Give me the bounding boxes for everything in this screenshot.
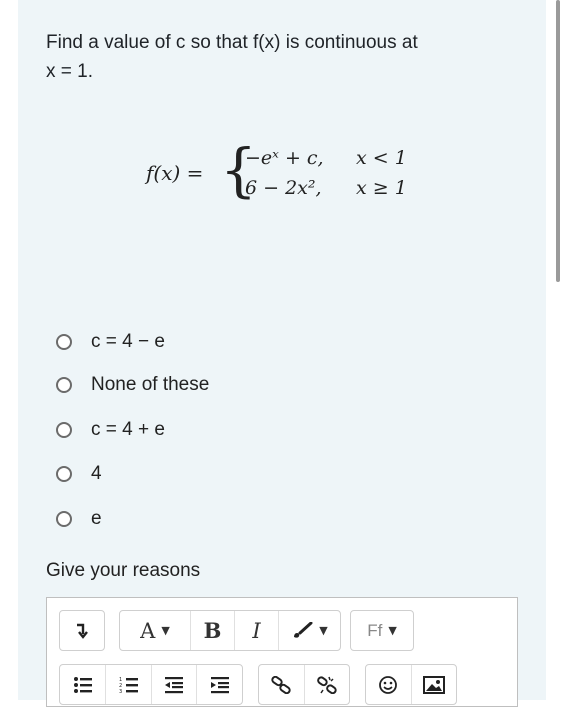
caret-down-icon: ▼ <box>388 624 397 637</box>
rich-text-editor[interactable]: A ▼ B I ▼ Ff ▼ 1 2 3 <box>46 597 518 707</box>
toolbar-group-text: A ▼ B I ▼ <box>119 610 341 651</box>
insert-emoji-button[interactable] <box>366 665 411 704</box>
radio-button[interactable] <box>56 422 72 438</box>
caret-down-icon: ▼ <box>161 624 170 637</box>
bold-button[interactable]: B <box>190 611 234 650</box>
unlink-icon <box>317 675 337 694</box>
toolbar-group-font: Ff ▼ <box>350 610 414 651</box>
question-line-1: Find a value of c so that f(x) is contin… <box>46 32 418 53</box>
indent-icon <box>210 676 229 693</box>
case1-condition: x < 1 <box>356 147 407 169</box>
radio-button[interactable] <box>56 377 72 393</box>
reasons-label: Give your reasons <box>46 560 201 581</box>
arrow-down-icon <box>77 623 88 639</box>
remove-link-button[interactable] <box>303 665 349 704</box>
option-label: e <box>91 508 102 529</box>
bold-label: B <box>203 618 222 643</box>
paintbrush-icon <box>294 621 313 638</box>
option-label: 4 <box>91 463 102 484</box>
bullet-list-button[interactable] <box>60 665 105 704</box>
numbered-list-button[interactable]: 1 2 3 <box>105 665 151 704</box>
expand-toolbar-button[interactable] <box>60 611 104 650</box>
option-label: None of these <box>91 374 210 395</box>
insert-link-button[interactable] <box>259 665 304 704</box>
format-label: A <box>140 618 156 643</box>
smiley-icon <box>379 675 398 694</box>
formula-lhs: f(x) = <box>146 161 204 185</box>
text-color-button[interactable]: ▼ <box>278 611 340 650</box>
font-label: Ff <box>367 620 383 640</box>
indent-button[interactable] <box>196 665 242 704</box>
font-button[interactable]: Ff ▼ <box>351 611 413 650</box>
italic-label: I <box>252 618 261 643</box>
piecewise-formula: f(x) = { −eˣ + c, x < 1 6 − 2x², x ≥ 1 <box>146 137 446 209</box>
outdent-button[interactable] <box>150 665 197 704</box>
case2-condition: x ≥ 1 <box>356 177 407 199</box>
option-label: c = 4 + e <box>91 419 165 440</box>
case2-expression: 6 − 2x², <box>245 177 322 199</box>
toolbar-group-expand <box>59 610 105 651</box>
caret-down-icon: ▼ <box>319 624 328 637</box>
bullet-list-icon <box>73 676 92 693</box>
outdent-icon <box>165 676 184 693</box>
toolbar-group-insert <box>365 664 457 705</box>
radio-button[interactable] <box>56 334 72 350</box>
toolbar-group-lists: 1 2 3 <box>59 664 243 705</box>
italic-button[interactable]: I <box>234 611 278 650</box>
numbered-list-icon: 1 2 3 <box>119 677 138 694</box>
insert-image-button[interactable] <box>410 665 456 704</box>
svg-text:3: 3 <box>119 689 122 694</box>
toolbar-group-links <box>258 664 350 705</box>
question-line-2: x = 1. <box>46 61 93 82</box>
option-label: c = 4 − e <box>91 331 165 352</box>
radio-button[interactable] <box>56 511 72 527</box>
question-text: Find a value of c so that f(x) is contin… <box>46 28 506 86</box>
radio-button[interactable] <box>56 466 72 482</box>
image-icon <box>422 675 445 694</box>
case1-expression: −eˣ + c, <box>245 147 324 169</box>
scrollbar[interactable] <box>556 0 560 282</box>
text-format-button[interactable]: A ▼ <box>120 611 190 650</box>
link-icon <box>271 675 292 694</box>
